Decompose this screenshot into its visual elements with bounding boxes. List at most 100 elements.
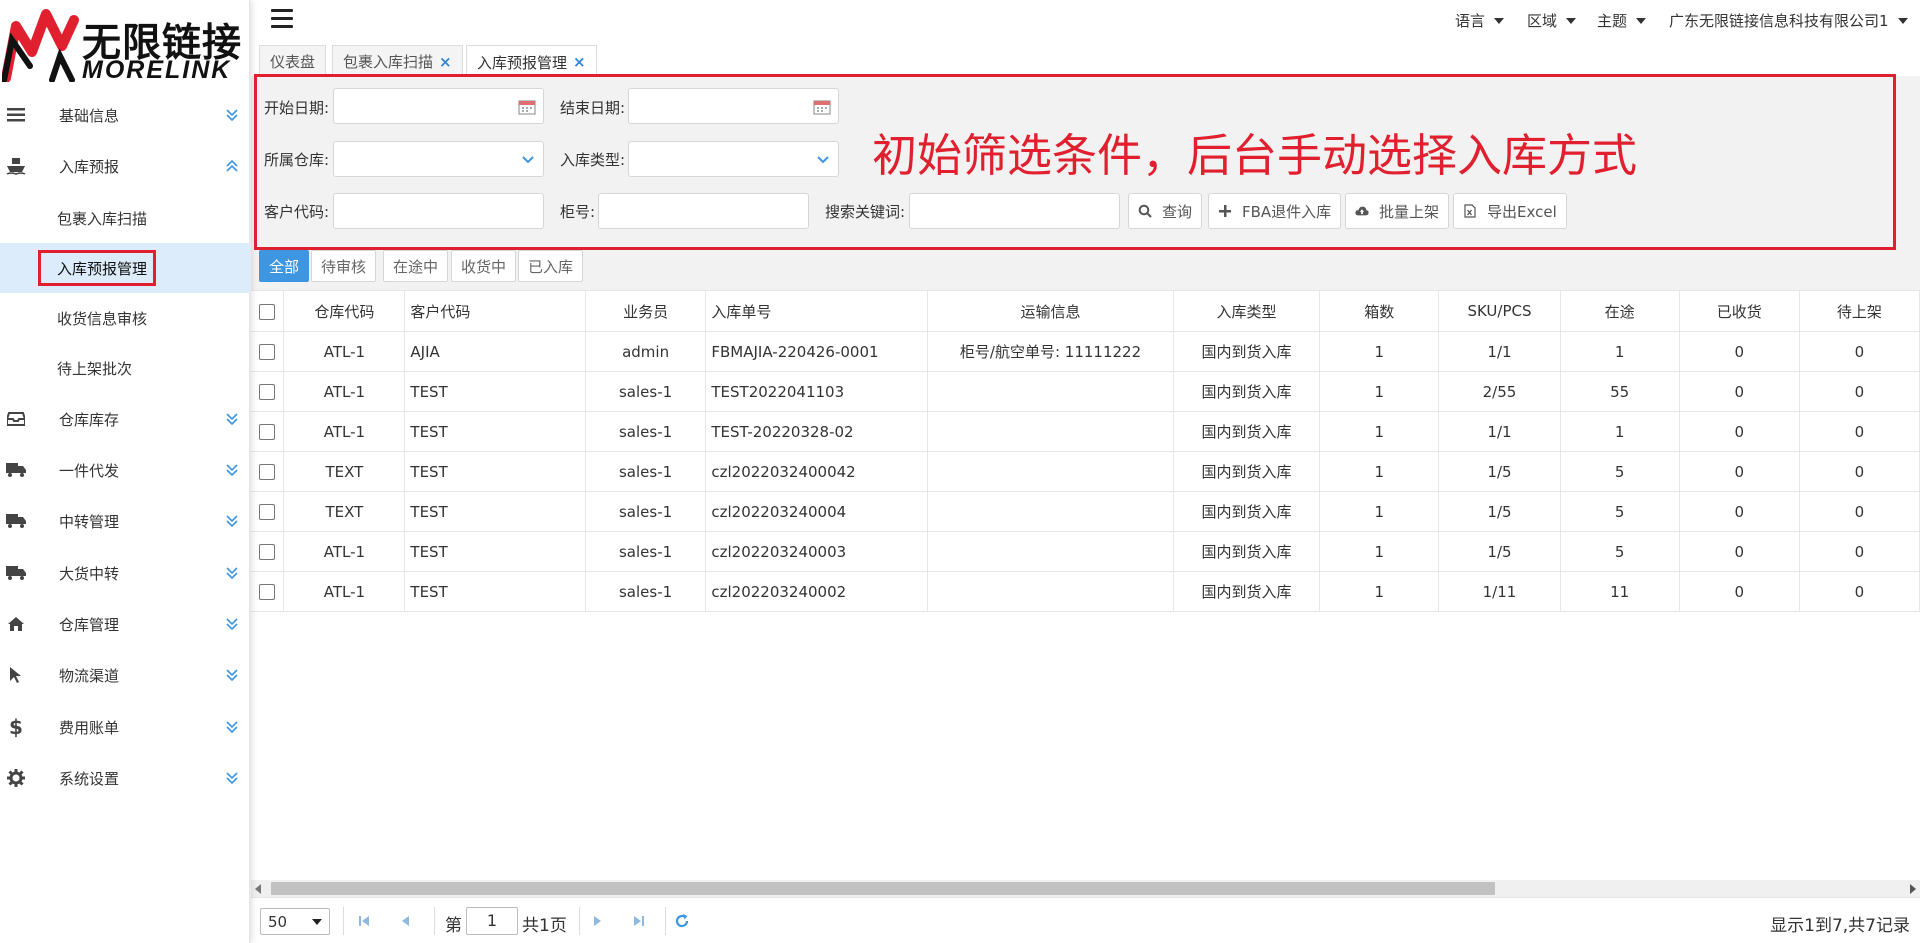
status-tab-in-transit[interactable]: 在途中 bbox=[383, 250, 449, 282]
sidebar-item-logistics-channel[interactable]: 物流渠道 bbox=[0, 650, 250, 700]
inbound-type-select[interactable] bbox=[628, 141, 839, 177]
fba-return-button[interactable]: FBA退件入库 bbox=[1208, 193, 1342, 229]
row-checkbox-cell[interactable] bbox=[251, 571, 285, 612]
scroll-right-arrow-icon[interactable] bbox=[1910, 884, 1916, 894]
close-icon[interactable]: × bbox=[439, 53, 452, 71]
sidebar-item-billing[interactable]: $ 费用账单 bbox=[0, 702, 250, 752]
row-checkbox-cell[interactable] bbox=[251, 411, 285, 452]
page-size-value: 50 bbox=[268, 912, 288, 931]
sidebar-item-bulk-transit[interactable]: 大货中转 bbox=[0, 548, 250, 598]
column-header[interactable]: 箱数 bbox=[1319, 290, 1440, 332]
row-checkbox[interactable] bbox=[259, 424, 276, 440]
sidebar-subitem-pending-shelving[interactable]: 待上架批次 bbox=[0, 343, 250, 393]
scroll-left-arrow-icon[interactable] bbox=[255, 884, 261, 894]
calendar-icon[interactable] bbox=[518, 98, 536, 115]
table-cell: 国内到货入库 bbox=[1173, 331, 1321, 372]
status-tab-label: 在途中 bbox=[393, 257, 439, 276]
row-checkbox-cell[interactable] bbox=[251, 531, 285, 572]
language-menu[interactable]: 语言 bbox=[1455, 10, 1505, 31]
status-tab-pending-review[interactable]: 待审核 bbox=[311, 250, 377, 282]
tab-dashboard[interactable]: 仪表盘 bbox=[259, 45, 327, 77]
page-number-input[interactable]: 1 bbox=[466, 907, 518, 935]
last-page-icon[interactable] bbox=[629, 911, 649, 931]
page-size-select[interactable]: 50 bbox=[260, 908, 330, 935]
export-excel-button[interactable]: 导出Excel bbox=[1453, 193, 1567, 229]
calendar-icon[interactable] bbox=[813, 98, 831, 115]
column-header[interactable]: 运输信息 bbox=[927, 290, 1174, 332]
end-date-input[interactable] bbox=[628, 88, 839, 124]
table-cell: czl202203240002 bbox=[705, 571, 929, 612]
refresh-icon[interactable] bbox=[672, 911, 692, 931]
tab-forecast-management[interactable]: 入库预报管理 × bbox=[466, 45, 597, 78]
column-header[interactable]: SKU/PCS bbox=[1438, 290, 1561, 332]
row-checkbox[interactable] bbox=[259, 584, 276, 600]
row-checkbox[interactable] bbox=[259, 544, 276, 560]
container-no-input[interactable] bbox=[598, 193, 809, 229]
sidebar-item-dropshipping[interactable]: 一件代发 bbox=[0, 445, 250, 495]
region-menu[interactable]: 区域 bbox=[1527, 10, 1577, 31]
row-checkbox-cell[interactable] bbox=[251, 491, 285, 532]
table-cell: czl202203240004 bbox=[705, 491, 929, 532]
close-icon[interactable]: × bbox=[573, 53, 586, 71]
row-checkbox[interactable] bbox=[259, 344, 276, 360]
batch-shelve-button[interactable]: 批量上架 bbox=[1345, 193, 1450, 229]
column-header[interactable]: 待上架 bbox=[1799, 290, 1920, 332]
column-header[interactable]: 在途 bbox=[1560, 290, 1680, 332]
theme-menu[interactable]: 主题 bbox=[1597, 10, 1647, 31]
table-cell: 11 bbox=[1560, 571, 1680, 612]
sidebar-item-system-settings[interactable]: 系统设置 bbox=[0, 753, 250, 803]
row-checkbox[interactable] bbox=[259, 464, 276, 480]
sidebar-subitem-receiving-review[interactable]: 收货信息审核 bbox=[0, 293, 250, 343]
company-menu[interactable]: 广东无限链接信息科技有限公司1 bbox=[1669, 10, 1908, 31]
sidebar-item-warehouse-management[interactable]: 仓库管理 bbox=[0, 599, 250, 649]
row-checkbox-cell[interactable] bbox=[251, 451, 285, 492]
sidebar-item-basic-info[interactable]: 基础信息 bbox=[0, 90, 250, 140]
previous-page-icon[interactable] bbox=[396, 911, 416, 931]
column-header[interactable]: 入库类型 bbox=[1173, 290, 1321, 332]
table-row[interactable]: ATL-1 TEST sales-1 czl202203240002 国内到货入库 1 1/… bbox=[251, 571, 1920, 612]
select-all-checkbox-cell[interactable] bbox=[251, 290, 285, 332]
row-checkbox-cell[interactable] bbox=[251, 331, 285, 372]
sidebar-item-label: 物流渠道 bbox=[59, 666, 120, 685]
sidebar-subitem-forecast-management[interactable]: 入库预报管理 bbox=[0, 243, 250, 293]
warehouse-select[interactable] bbox=[333, 141, 544, 177]
select-all-checkbox[interactable] bbox=[259, 303, 276, 320]
table-cell: 国内到货入库 bbox=[1173, 531, 1321, 572]
home-icon bbox=[6, 614, 26, 634]
table-row[interactable]: ATL-1 TEST sales-1 czl202203240003 国内到货入库 1 1/… bbox=[251, 531, 1920, 572]
start-date-input[interactable] bbox=[333, 88, 544, 124]
sidebar-item-inventory[interactable]: 仓库库存 bbox=[0, 394, 250, 444]
column-header[interactable]: 入库单号 bbox=[705, 290, 929, 332]
list-icon bbox=[6, 105, 26, 125]
table-row[interactable]: TEXT TEST sales-1 czl2022032400042 国内到货入库 1 1/… bbox=[251, 451, 1920, 492]
table-row[interactable]: ATL-1 TEST sales-1 TEST-20220328-02 国内到货入库 1 1… bbox=[251, 411, 1920, 452]
table-row[interactable]: ATL-1 TEST sales-1 TEST2022041103 国内到货入库 1 2/5… bbox=[251, 371, 1920, 412]
table-row[interactable]: ATL-1 AJIA admin FBMAJIA-220426-0001 柜号/航空单号… bbox=[251, 331, 1920, 372]
column-header[interactable]: 已收货 bbox=[1679, 290, 1800, 332]
table-cell: 0 bbox=[1679, 331, 1800, 372]
search-button[interactable]: 查询 bbox=[1128, 193, 1203, 229]
keyword-input[interactable] bbox=[909, 193, 1120, 229]
row-checkbox[interactable] bbox=[259, 504, 276, 520]
status-tab-all[interactable]: 全部 bbox=[259, 250, 310, 282]
hamburger-menu-icon[interactable] bbox=[271, 9, 293, 29]
next-page-icon[interactable] bbox=[587, 911, 607, 931]
status-tab-received[interactable]: 已入库 bbox=[518, 250, 584, 282]
row-checkbox[interactable] bbox=[259, 384, 276, 400]
column-header[interactable]: 仓库代码 bbox=[283, 290, 406, 332]
sidebar-item-inbound-forecast[interactable]: 入库预报 bbox=[0, 141, 250, 191]
column-header[interactable]: 业务员 bbox=[585, 290, 707, 332]
sidebar-item-transit-management[interactable]: 中转管理 bbox=[0, 496, 250, 546]
column-header[interactable]: 客户代码 bbox=[404, 290, 586, 332]
tab-package-scan[interactable]: 包裹入库扫描 × bbox=[332, 45, 463, 77]
row-checkbox-cell[interactable] bbox=[251, 371, 285, 412]
first-page-icon[interactable] bbox=[354, 911, 374, 931]
status-tab-receiving[interactable]: 收货中 bbox=[451, 250, 517, 282]
customer-code-input[interactable] bbox=[333, 193, 544, 229]
scrollbar-thumb[interactable] bbox=[271, 882, 1495, 895]
table-row[interactable]: TEXT TEST sales-1 czl202203240004 国内到货入库 1 1/5… bbox=[251, 491, 1920, 532]
sidebar-subitem-package-scan[interactable]: 包裹入库扫描 bbox=[0, 193, 250, 243]
search-icon bbox=[1138, 204, 1152, 218]
horizontal-scrollbar[interactable] bbox=[251, 880, 1920, 897]
customer-code-label: 客户代码: bbox=[264, 203, 330, 221]
